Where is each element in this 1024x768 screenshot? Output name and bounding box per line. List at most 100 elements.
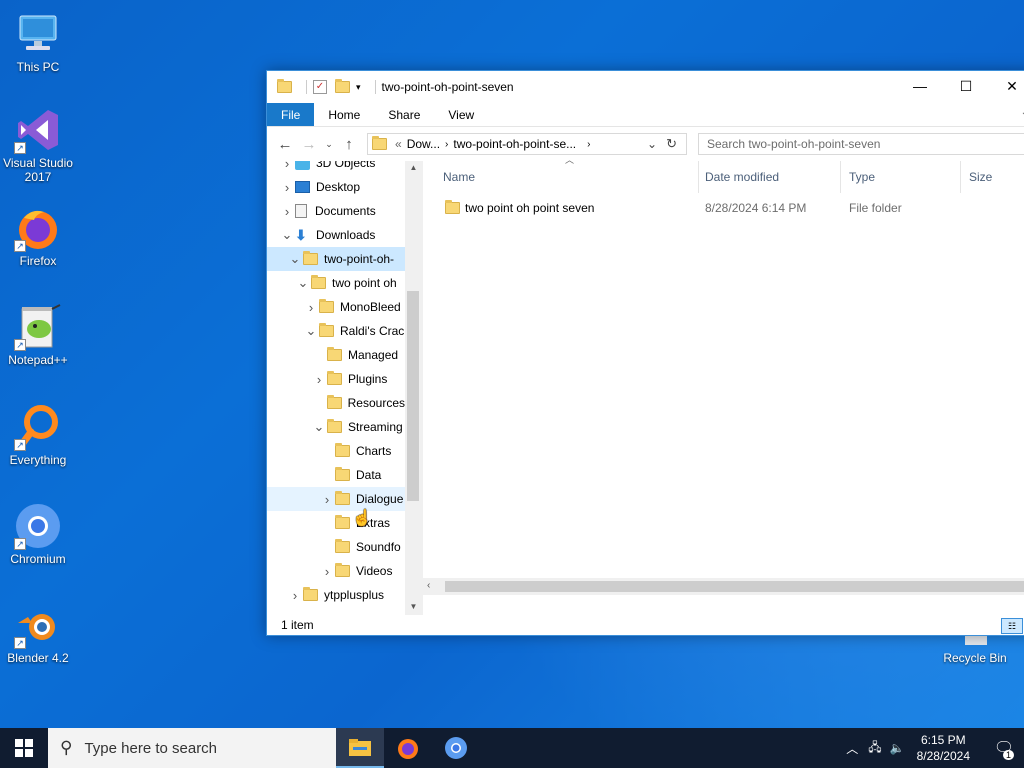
breadcrumb-downloads[interactable]: Dow... — [407, 137, 440, 151]
taskbar-file-explorer[interactable] — [336, 728, 384, 768]
nav-item[interactable]: › Dialogue — [267, 487, 405, 511]
refresh-icon[interactable]: ↻ — [666, 136, 677, 152]
desktop-icon-notepad-plus-plus[interactable]: ↗ Notepad++ — [0, 303, 76, 367]
back-button[interactable]: ← — [273, 136, 297, 153]
column-name[interactable]: Name — [435, 161, 699, 193]
column-size[interactable]: Size — [961, 161, 1024, 193]
nav-item[interactable]: ⌄ two point oh — [267, 271, 405, 295]
nav-item[interactable]: ⌄ Streaming — [267, 415, 405, 439]
file-explorer-window: ✓ ▾ two-point-oh-point-seven — ☐ ✕ File … — [266, 70, 1024, 636]
file-row[interactable]: two point oh point seven 8/28/2024 6:14 … — [423, 197, 1024, 219]
quick-access-dropdown-icon[interactable]: ▾ — [356, 82, 361, 93]
nav-item[interactable]: › MonoBleed — [267, 295, 405, 319]
folder-icon — [326, 395, 342, 409]
desktop-icon-firefox[interactable]: ↗ Firefox — [0, 204, 76, 268]
nav-item-label: Downloads — [316, 228, 376, 242]
scroll-left-icon[interactable]: ‹ — [427, 580, 430, 591]
nav-item[interactable]: › 3D Objects — [267, 161, 405, 175]
maximize-button[interactable]: ☐ — [943, 71, 989, 101]
desktop-icon-chromium[interactable]: ↗ Chromium — [0, 502, 76, 566]
scroll-up-icon[interactable]: ▲ — [405, 163, 422, 172]
nav-item[interactable]: Resources — [267, 391, 405, 415]
recent-locations-dropdown[interactable]: ⌄ — [321, 139, 337, 150]
chevron-right-icon[interactable]: › — [445, 139, 448, 150]
desktop-icon-label: Notepad++ — [8, 353, 68, 367]
desktop-icon-everything[interactable]: ↗ Everything — [0, 403, 76, 467]
volume-muted-icon[interactable]: 🔈 — [890, 741, 905, 755]
file-list-pane[interactable]: ︿ Name Date modified Type Size two point… — [423, 155, 1024, 615]
shortcut-arrow-icon: ↗ — [14, 439, 26, 451]
chevron-down-icon[interactable]: ⌄ — [303, 323, 319, 339]
chevron-right-icon[interactable]: › — [279, 204, 295, 219]
desktop-icon-visual-studio[interactable]: ↗ Visual Studio 2017 — [0, 106, 76, 184]
chevron-right-icon[interactable]: › — [279, 180, 295, 195]
breadcrumb-current[interactable]: two-point-oh-point-se... — [453, 137, 576, 151]
tab-home[interactable]: Home — [314, 103, 374, 126]
file-name[interactable]: two point oh point seven — [465, 201, 594, 215]
address-dropdown-icon[interactable]: ⌄ — [647, 137, 657, 151]
clock[interactable]: 6:15 PM 8/28/2024 — [917, 732, 970, 764]
tab-view[interactable]: View — [434, 103, 488, 126]
details-view-icon[interactable]: ☷ — [1001, 618, 1023, 634]
chevron-right-icon[interactable]: › — [319, 492, 335, 507]
firefox-icon: ↗ — [14, 204, 62, 252]
chevron-down-icon[interactable]: ⌄ — [295, 275, 311, 291]
navigation-pane[interactable]: › 3D Objects › Desktop › Documents ⌄ ⬇ Downloads… — [267, 161, 423, 615]
nav-item[interactable]: ⌄ two-point-oh- — [267, 247, 405, 271]
nav-scrollbar[interactable]: ▲ ▼ — [405, 161, 422, 615]
chevron-right-icon[interactable]: › — [279, 161, 295, 171]
column-date-modified[interactable]: Date modified — [697, 161, 841, 193]
desktop-icon-this-pc[interactable]: This PC — [0, 10, 76, 74]
nav-item[interactable]: Extras — [267, 511, 405, 535]
scrollbar-thumb[interactable] — [445, 581, 1024, 592]
properties-icon[interactable]: ✓ — [313, 80, 327, 94]
search-input[interactable]: Search two-point-oh-point-seven — [707, 137, 880, 151]
nav-item[interactable]: Managed — [267, 343, 405, 367]
horizontal-scrollbar[interactable]: ‹ — [423, 578, 1024, 595]
nav-item[interactable]: › Documents — [267, 199, 405, 223]
search-box[interactable]: Search two-point-oh-point-seven — [698, 133, 1024, 155]
nav-item[interactable]: ⌄ Raldi's Crac — [267, 319, 405, 343]
scroll-down-icon[interactable]: ▼ — [405, 602, 422, 611]
nav-item[interactable]: Charts — [267, 439, 405, 463]
forward-button[interactable]: → — [297, 136, 321, 153]
start-button[interactable] — [0, 728, 48, 768]
network-icon[interactable]: 🖧 — [868, 738, 881, 759]
address-bar[interactable]: « Dow... › two-point-oh-point-se... › ⌄ … — [367, 133, 687, 155]
chevron-right-icon[interactable]: › — [287, 588, 303, 603]
up-button[interactable]: ↑ — [337, 136, 361, 153]
tab-file[interactable]: File — [267, 103, 315, 126]
minimize-button[interactable]: — — [897, 71, 943, 101]
new-folder-icon[interactable] — [335, 79, 350, 93]
taskbar-search-input[interactable]: Type here to search — [84, 740, 217, 757]
ribbon-expand-icon[interactable]: ⌄ — [1021, 107, 1024, 118]
notification-center-button[interactable]: 🗨 1 — [984, 738, 1024, 760]
taskbar-firefox[interactable] — [384, 728, 432, 768]
address-overflow[interactable]: « — [395, 137, 402, 151]
taskbar-search[interactable]: ⚲ Type here to search — [48, 728, 336, 768]
nav-item[interactable]: Data — [267, 463, 405, 487]
nav-item[interactable]: › Videos — [267, 559, 405, 583]
chromium-icon: ↗ — [14, 502, 62, 550]
chevron-down-icon[interactable]: ⌄ — [311, 419, 327, 435]
nav-item[interactable]: Soundfo — [267, 535, 405, 559]
close-button[interactable]: ✕ — [989, 71, 1024, 101]
column-type[interactable]: Type — [841, 161, 961, 193]
chevron-down-icon[interactable]: ⌄ — [287, 251, 303, 267]
scrollbar-thumb[interactable] — [407, 291, 419, 501]
chevron-up-icon[interactable]: ︿ — [846, 740, 858, 757]
chevron-right-icon[interactable]: › — [311, 372, 327, 387]
nav-item[interactable]: › Plugins — [267, 367, 405, 391]
chevron-down-icon[interactable]: ⌄ — [279, 227, 295, 243]
nav-item[interactable]: › Desktop — [267, 175, 405, 199]
desktop-icon-blender[interactable]: ↗ Blender 4.2 — [0, 601, 76, 665]
chevron-right-icon[interactable]: › — [319, 564, 335, 579]
chevron-right-icon[interactable]: › — [303, 300, 319, 315]
title-bar[interactable]: ✓ ▾ two-point-oh-point-seven — ☐ ✕ — [267, 71, 1024, 103]
notification-count: 1 — [1002, 750, 1014, 760]
nav-item[interactable]: › ytpplusplus — [267, 583, 405, 607]
chevron-right-icon[interactable]: › — [587, 139, 590, 150]
nav-item[interactable]: ⌄ ⬇ Downloads — [267, 223, 405, 247]
tab-share[interactable]: Share — [374, 103, 434, 126]
taskbar-chromium[interactable] — [432, 728, 480, 768]
